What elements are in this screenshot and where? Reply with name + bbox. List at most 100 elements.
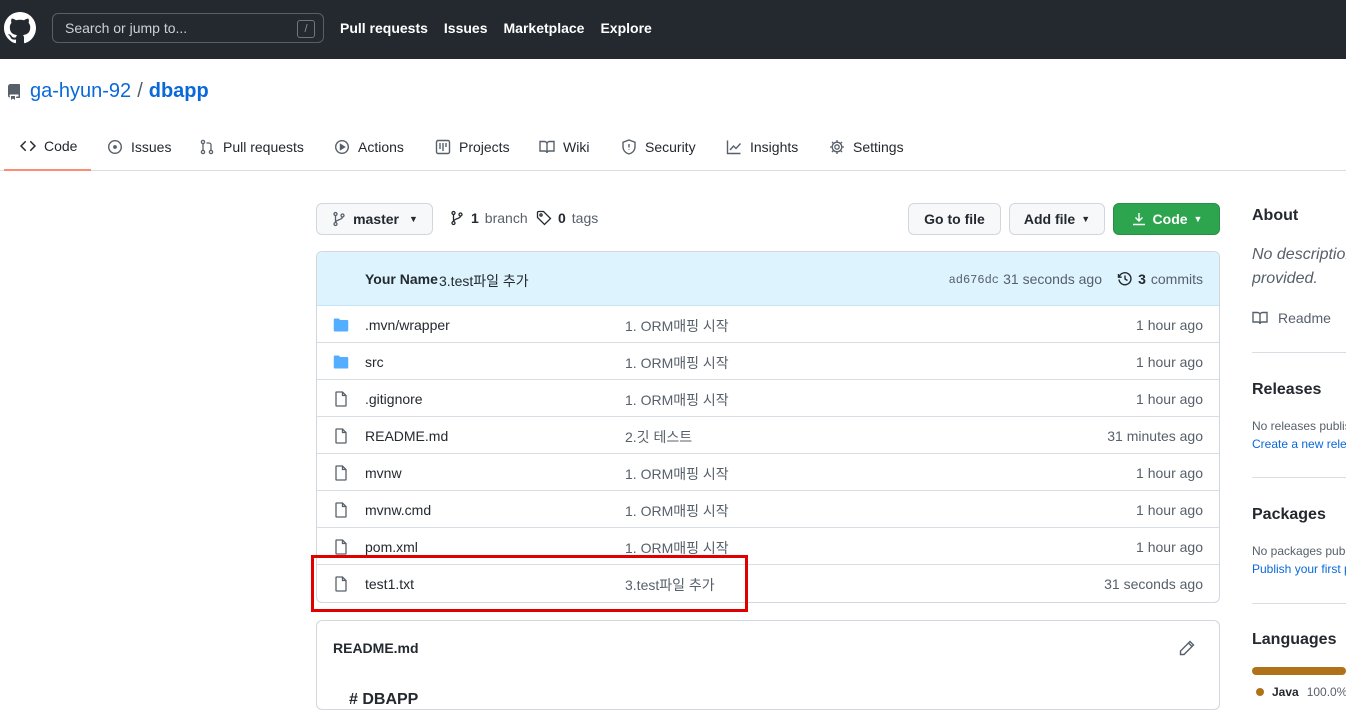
global-nav: Pull requests Issues Marketplace Explore [340,20,652,36]
languages-heading: Languages [1252,631,1337,648]
language-java[interactable]: Java 100.0% [1256,685,1346,697]
tab-code[interactable]: Code [4,122,91,171]
create-release-link[interactable]: Create a new release [1252,437,1346,451]
repo-separator: / [137,80,143,102]
commits-link[interactable]: 3 commits [1117,271,1203,287]
top-header: Search or jump to... / Pull requests Iss… [0,0,1346,59]
tab-projects-label: Projects [459,138,510,155]
file-name-link[interactable]: mvnw.cmd [365,502,431,518]
tab-security-label: Security [645,138,696,155]
language-percent: 100.0% [1306,685,1346,697]
github-logo-icon[interactable] [4,12,36,44]
file-row[interactable]: mvnw.cmd 1. ORM매핑 시작 1 hour ago [317,491,1219,528]
file-name-link[interactable]: README.md [365,428,448,444]
annotation-highlight-box [311,555,748,612]
graph-icon [726,140,742,154]
branch-count-link[interactable]: 1 branch [449,210,528,226]
tag-count-link[interactable]: 0 tags [536,210,598,226]
file-commit-message[interactable]: 1. ORM매핑 시작 [625,390,729,410]
file-name-link[interactable]: .mvn/wrapper [365,317,450,333]
branch-select-button[interactable]: master ▼ [316,203,433,235]
file-name-link[interactable]: .gitignore [365,391,423,407]
file-age: 1 hour ago [1136,391,1203,407]
file-age: 1 hour ago [1136,317,1203,333]
file-icon [335,391,347,407]
file-name-link[interactable]: src [365,354,384,370]
download-icon [1132,213,1145,226]
tab-insights-label: Insights [750,138,799,155]
file-row[interactable]: README.md 2.깃 테스트 31 minutes ago [317,417,1219,454]
commit-count-label: commits [1150,271,1203,287]
divider [1252,352,1346,353]
readme-title: README.md [333,640,419,656]
file-row[interactable]: src 1. ORM매핑 시작 1 hour ago [317,343,1219,380]
file-row[interactable]: mvnw 1. ORM매핑 시작 1 hour ago [317,454,1219,491]
pull-request-icon [200,139,214,154]
file-age: 31 seconds ago [1104,576,1203,592]
java-dot-icon [1256,688,1264,696]
tab-wiki-label: Wiki [563,138,590,155]
code-clone-button[interactable]: Code ▼ [1113,203,1220,235]
search-shortcut-key: / [297,20,315,38]
tab-actions[interactable]: Actions [334,122,404,171]
search-placeholder: Search or jump to... [65,20,188,36]
tab-issues[interactable]: Issues [107,122,171,171]
commit-sha[interactable]: ad676dc [949,273,999,287]
file-commit-message[interactable]: 1. ORM매핑 시작 [625,501,729,521]
repo-name-link[interactable]: dbapp [149,80,209,103]
file-name-link[interactable]: pom.xml [365,539,418,555]
pencil-icon[interactable] [1179,640,1195,656]
nav-issues[interactable]: Issues [444,20,488,36]
readme-heading: # DBAPP [349,691,419,708]
file-commit-message[interactable]: 1. ORM매핑 시작 [625,316,729,336]
file-name-link[interactable]: mvnw [365,465,402,481]
repo-title: ga-hyun-92 / dbapp [6,80,209,103]
commit-author[interactable]: Your Name [365,271,438,287]
add-file-button[interactable]: Add file ▼ [1009,203,1105,235]
file-commit-message[interactable]: 2.깃 테스트 [625,427,692,447]
repo-tabs: Code Issues Pull requests Actions Projec… [0,122,1346,171]
book-icon [1252,311,1268,325]
file-commit-message[interactable]: 1. ORM매핑 시작 [625,464,729,484]
file-icon [335,539,347,555]
readme-link[interactable]: Readme [1252,310,1331,326]
file-commit-message[interactable]: 1. ORM매핑 시작 [625,353,729,373]
tab-settings-label: Settings [853,138,904,155]
file-row[interactable]: .mvn/wrapper 1. ORM매핑 시작 1 hour ago [317,306,1219,343]
tab-insights[interactable]: Insights [726,122,798,171]
repo-icon [7,83,21,100]
branch-icon [333,211,345,227]
issue-icon [107,139,123,154]
no-description-text: No description [1252,246,1346,263]
divider [1252,603,1346,604]
tab-pull-requests[interactable]: Pull requests [199,122,304,171]
releases-heading[interactable]: Releases [1252,381,1321,399]
tag-count-label: tags [571,210,599,226]
tab-wiki[interactable]: Wiki [539,122,589,171]
search-input[interactable]: Search or jump to... / [52,13,324,43]
language-name: Java [1272,685,1299,697]
chevron-down-icon: ▼ [409,214,418,224]
nav-explore[interactable]: Explore [600,20,651,36]
packages-empty-text: No packages published [1252,544,1346,558]
go-to-file-button[interactable]: Go to file [908,203,1001,235]
history-icon [1117,272,1132,286]
file-age: 1 hour ago [1136,539,1203,555]
repo-owner-link[interactable]: ga-hyun-92 [30,80,131,103]
packages-heading[interactable]: Packages [1252,506,1326,524]
nav-pull-requests[interactable]: Pull requests [340,20,428,36]
tab-projects[interactable]: Projects [435,122,510,171]
releases-empty-text: No releases published [1252,419,1346,433]
tab-actions-label: Actions [358,138,404,155]
commit-message[interactable]: 3.test파일 추가 [439,271,529,291]
tab-settings[interactable]: Settings [829,122,904,171]
nav-marketplace[interactable]: Marketplace [504,20,585,36]
language-bar [1252,667,1346,675]
branch-count-label: branch [484,210,528,226]
branch-name: master [353,211,399,227]
publish-package-link[interactable]: Publish your first package [1252,562,1346,576]
file-row[interactable]: .gitignore 1. ORM매핑 시작 1 hour ago [317,380,1219,417]
tab-security[interactable]: Security [621,122,696,171]
branch-count: 1 [471,210,479,226]
commit-count: 3 [1138,271,1146,287]
